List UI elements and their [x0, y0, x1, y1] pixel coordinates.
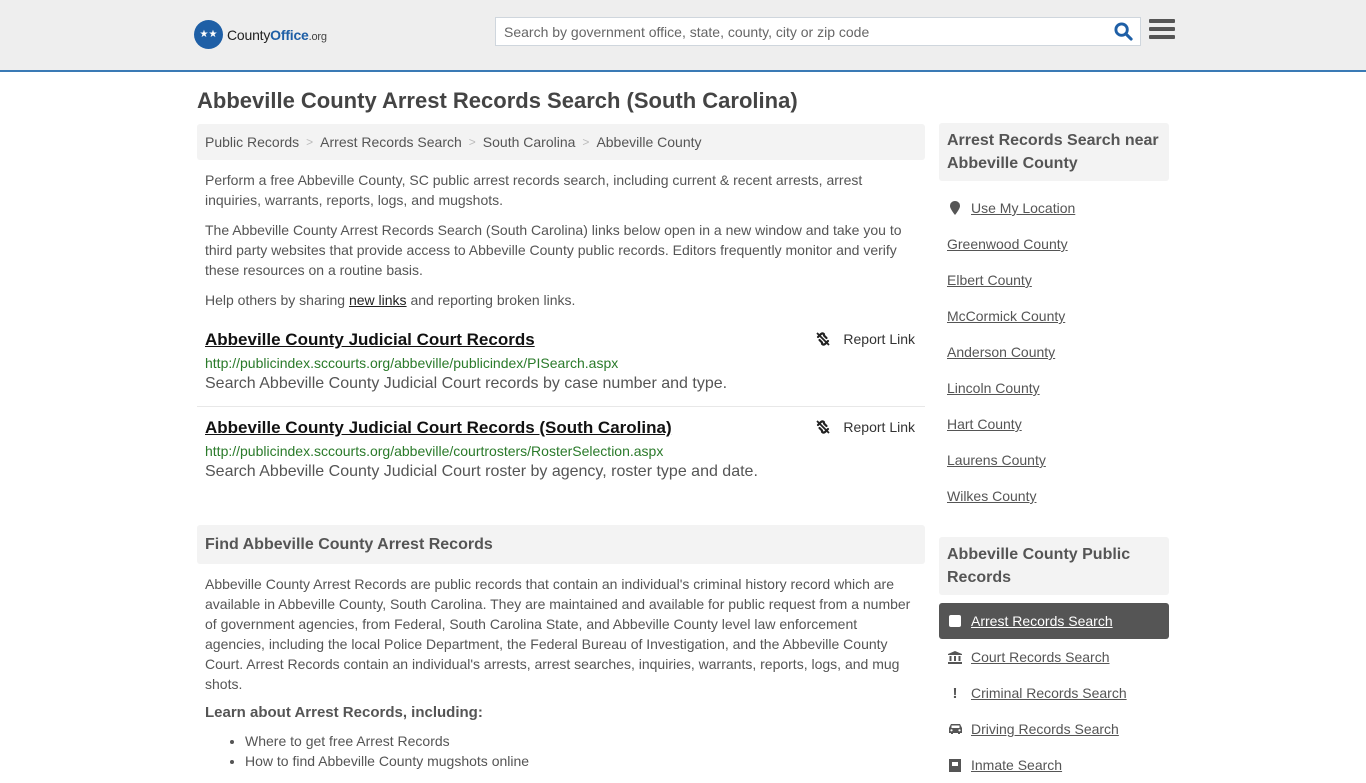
nearby-county-item[interactable]: Elbert County: [939, 262, 1169, 298]
nearby-county-item[interactable]: Lincoln County: [939, 370, 1169, 406]
nearby-county-item[interactable]: Laurens County: [939, 442, 1169, 478]
breadcrumb-abbeville-county[interactable]: Abbeville County: [596, 134, 701, 150]
map-marker-icon: [947, 201, 963, 215]
result-title-link[interactable]: Abbeville County Judicial Court Records …: [205, 417, 917, 439]
sidebar-item-inmate-search[interactable]: Inmate Search: [939, 747, 1169, 783]
result-url[interactable]: http://publicindex.sccourts.org/abbevill…: [205, 353, 917, 373]
broken-link-icon: [816, 420, 831, 434]
find-section-body: Abbeville County Arrest Records are publ…: [205, 576, 911, 692]
search-icon: [1113, 22, 1133, 41]
breadcrumb-public-records[interactable]: Public Records: [205, 134, 299, 150]
site-header: ★★ CountyOffice.org: [0, 0, 1366, 72]
sidebar-item-arrest-records-search[interactable]: Arrest Records Search: [939, 603, 1169, 639]
breadcrumb-separator-icon: >: [306, 135, 314, 149]
nearby-county-link[interactable]: McCormick County: [947, 308, 1065, 324]
logo-text: CountyOffice.org: [227, 26, 327, 43]
sidebar-item-court-records-search[interactable]: Court Records Search: [939, 639, 1169, 675]
learn-list-item: How to find Abbeville County mugshots on…: [245, 751, 925, 771]
nearby-county-item[interactable]: Wilkes County: [939, 478, 1169, 514]
intro-paragraph: Perform a free Abbeville County, SC publ…: [205, 172, 863, 208]
public-records-list: Arrest Records Search Court Records Sear…: [939, 603, 1169, 783]
nearby-heading: Arrest Records Search near Abbeville Cou…: [939, 123, 1169, 181]
sidebar-link[interactable]: Criminal Records Search: [971, 685, 1127, 701]
disclaimer-paragraph: The Abbeville County Arrest Records Sear…: [205, 222, 902, 278]
exclamation-icon: !: [952, 684, 958, 702]
result-description: Search Abbeville County Judicial Court r…: [205, 463, 758, 480]
courthouse-icon: [947, 650, 963, 664]
breadcrumb-separator-icon: >: [468, 135, 476, 149]
eagle-logo-icon: ★★: [194, 20, 223, 49]
breadcrumb-arrest-records-search[interactable]: Arrest Records Search: [320, 134, 462, 150]
learn-list-item: Where to get free Arrest Records: [245, 731, 925, 751]
jail-icon: [947, 758, 963, 772]
sidebar-link[interactable]: Driving Records Search: [971, 721, 1119, 737]
search-button[interactable]: [1106, 18, 1140, 45]
broken-link-icon: [816, 332, 831, 346]
sidebar-item-criminal-records-search[interactable]: ! Criminal Records Search: [939, 675, 1169, 711]
result-title-link[interactable]: Abbeville County Judicial Court Records: [205, 329, 917, 351]
learn-heading: Learn about Arrest Records, including:: [205, 704, 483, 721]
result-item: Abbeville County Judicial Court Records …: [197, 417, 925, 483]
new-links-link[interactable]: new links: [349, 292, 407, 308]
sidebar-public-records: Abbeville County Public Records Arrest R…: [939, 537, 1169, 783]
sidebar-item-driving-records-search[interactable]: Driving Records Search: [939, 711, 1169, 747]
search-input[interactable]: [496, 18, 1106, 45]
sidebar-nearby: Arrest Records Search near Abbeville Cou…: [939, 123, 1169, 514]
share-paragraph: Help others by sharing new links and rep…: [205, 292, 576, 308]
car-icon: [947, 723, 963, 735]
main-content: Perform a free Abbeville County, SC publ…: [197, 170, 925, 771]
nearby-county-link[interactable]: Wilkes County: [947, 488, 1036, 504]
use-my-location-link[interactable]: Use My Location: [971, 200, 1075, 216]
nearby-county-item[interactable]: Hart County: [939, 406, 1169, 442]
nearby-county-item[interactable]: McCormick County: [939, 298, 1169, 334]
learn-list: Where to get free Arrest Records How to …: [245, 731, 925, 771]
nearby-county-item[interactable]: Greenwood County: [939, 226, 1169, 262]
hamburger-menu-icon[interactable]: [1149, 19, 1175, 43]
breadcrumb-south-carolina[interactable]: South Carolina: [483, 134, 576, 150]
result-description: Search Abbeville County Judicial Court r…: [205, 375, 728, 392]
public-records-heading: Abbeville County Public Records: [939, 537, 1169, 595]
result-item: Abbeville County Judicial Court Records …: [197, 329, 925, 395]
search-bar: [495, 17, 1141, 46]
nearby-county-link[interactable]: Anderson County: [947, 344, 1055, 360]
page-title: Abbeville County Arrest Records Search (…: [197, 88, 798, 113]
sidebar-link[interactable]: Arrest Records Search: [971, 613, 1113, 629]
divider: [197, 406, 925, 407]
site-logo[interactable]: ★★ CountyOffice.org: [194, 20, 327, 49]
find-section-heading: Find Abbeville County Arrest Records: [197, 525, 925, 564]
nearby-county-link[interactable]: Elbert County: [947, 272, 1032, 288]
breadcrumb-separator-icon: >: [582, 135, 590, 149]
nearby-list: Use My Location Greenwood County Elbert …: [939, 190, 1169, 514]
use-my-location-item[interactable]: Use My Location: [939, 190, 1169, 226]
result-url[interactable]: http://publicindex.sccourts.org/abbevill…: [205, 441, 917, 461]
nearby-county-item[interactable]: Anderson County: [939, 334, 1169, 370]
report-link-button[interactable]: Report Link: [815, 419, 915, 435]
sidebar-link[interactable]: Court Records Search: [971, 649, 1110, 665]
nearby-county-link[interactable]: Laurens County: [947, 452, 1046, 468]
sidebar-link[interactable]: Inmate Search: [971, 757, 1062, 773]
nearby-county-link[interactable]: Hart County: [947, 416, 1022, 432]
nearby-county-link[interactable]: Lincoln County: [947, 380, 1040, 396]
report-link-button[interactable]: Report Link: [815, 331, 915, 347]
breadcrumb: Public Records > Arrest Records Search >…: [197, 124, 925, 160]
square-icon: [947, 615, 963, 627]
nearby-county-link[interactable]: Greenwood County: [947, 236, 1068, 252]
